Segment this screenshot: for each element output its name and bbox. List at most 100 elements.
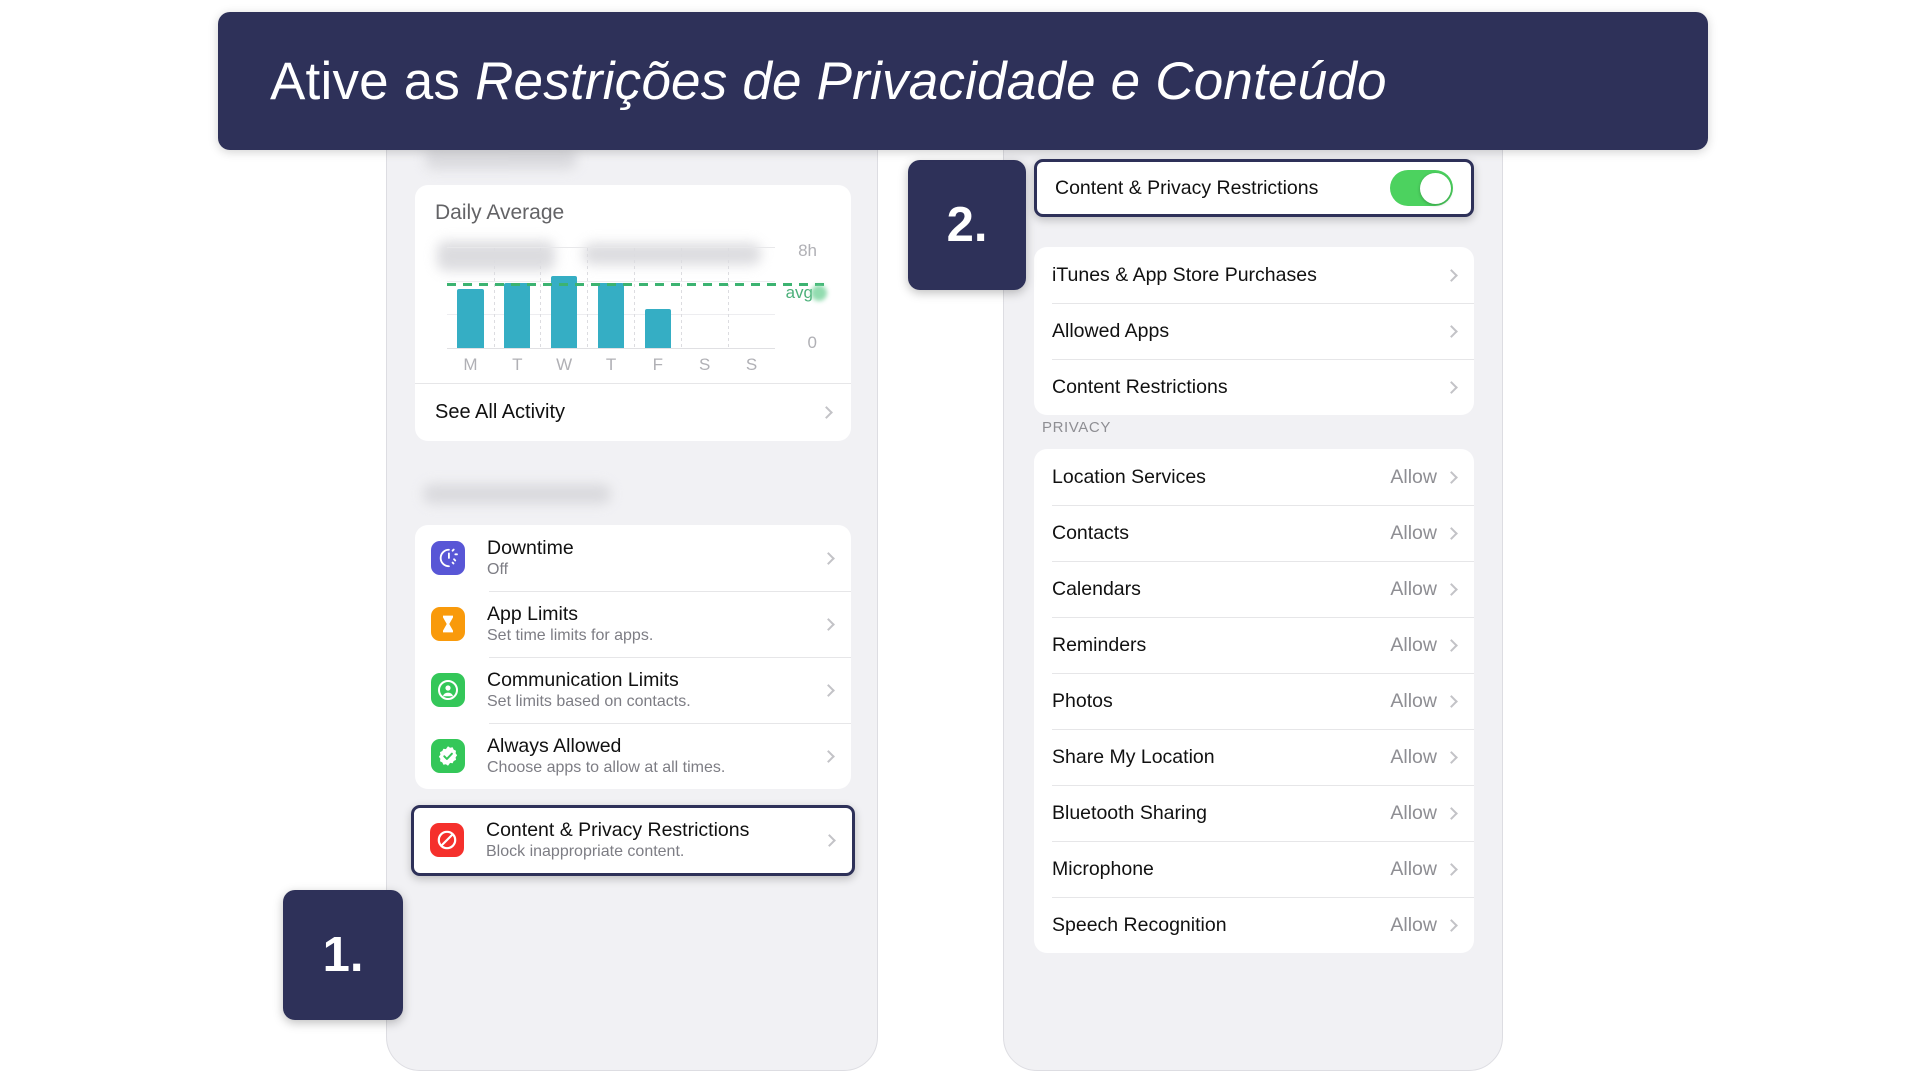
settings-row-title: Content & Privacy Restrictions <box>486 819 750 841</box>
chevron-right-icon <box>1445 806 1458 820</box>
left-phone-frame: Daily Average M T W T F S S 8h 0 avg See… <box>386 96 878 1071</box>
chevron-right-icon <box>822 749 835 763</box>
row-value: Allow <box>1390 801 1437 824</box>
bar-mon <box>457 289 484 348</box>
row-label: Share My Location <box>1052 745 1215 768</box>
row-label: iTunes & App Store Purchases <box>1052 263 1317 286</box>
chevron-right-icon <box>822 683 835 697</box>
row-label: Allowed Apps <box>1052 319 1170 342</box>
row-itunes-app-store-purchases[interactable]: iTunes & App Store Purchases <box>1034 247 1474 303</box>
redacted-section-header-left <box>423 484 611 504</box>
settings-row-always-allowed[interactable]: Always Allowed Choose apps to allow at a… <box>415 723 851 789</box>
settings-row-title: Communication Limits <box>487 668 679 691</box>
settings-row-title: Always Allowed <box>487 734 622 757</box>
row-reminders[interactable]: Reminders Allow <box>1034 617 1474 673</box>
row-label: Microphone <box>1052 857 1154 880</box>
chart-y-min-label: 0 <box>807 333 817 352</box>
row-label: Location Services <box>1052 465 1206 488</box>
chevron-right-icon <box>1445 470 1458 484</box>
row-microphone[interactable]: Microphone Allow <box>1034 841 1474 897</box>
bar-fri <box>644 309 671 348</box>
settings-row-downtime[interactable]: Downtime Off <box>415 525 851 591</box>
checkmark-seal-icon <box>431 739 465 773</box>
content-privacy-restrictions-label: Content & Privacy Restrictions <box>1055 176 1319 199</box>
daily-average-title: Daily Average <box>435 201 565 224</box>
row-allowed-apps[interactable]: Allowed Apps <box>1034 303 1474 359</box>
row-contacts[interactable]: Contacts Allow <box>1034 505 1474 561</box>
row-value: Allow <box>1390 465 1437 488</box>
row-calendars[interactable]: Calendars Allow <box>1034 561 1474 617</box>
settings-row-title: App Limits <box>487 602 579 625</box>
privacy-section-header: PRIVACY <box>1042 419 1111 436</box>
chevron-right-icon <box>1445 324 1458 338</box>
settings-row-content-privacy-restrictions-highlighted[interactable]: Content & Privacy Restrictions Block ina… <box>411 805 855 876</box>
row-photos[interactable]: Photos Allow <box>1034 673 1474 729</box>
screenshot-root: Daily Average M T W T F S S 8h 0 avg See… <box>0 0 1919 1079</box>
bar-wed <box>551 275 578 348</box>
chart-plot-area <box>447 247 825 349</box>
step-badge-one-label: 1. <box>322 928 364 982</box>
chevron-right-icon <box>1445 582 1458 596</box>
chevron-right-icon <box>822 551 835 565</box>
chevron-right-icon <box>1445 862 1458 876</box>
chevron-right-icon <box>823 834 836 847</box>
screen-time-settings-card: Downtime Off App Limits Set time limits … <box>415 525 851 789</box>
row-value: Allow <box>1390 857 1437 880</box>
see-all-activity-label: See All Activity <box>435 401 566 423</box>
left-phone-screen: Daily Average M T W T F S S 8h 0 avg See… <box>397 107 869 1062</box>
weekly-usage-chart: M T W T F S S 8h 0 avg <box>435 241 831 375</box>
chevron-right-icon <box>1445 268 1458 282</box>
settings-row-communication-limits[interactable]: Communication Limits Set limits based on… <box>415 657 851 723</box>
moon-clock-icon <box>431 541 465 575</box>
chart-x-labels: M T W T F S S <box>463 355 758 374</box>
row-value: Allow <box>1390 521 1437 544</box>
settings-row-subtitle: Set time limits for apps. <box>487 627 654 645</box>
row-location-services[interactable]: Location Services Allow <box>1034 449 1474 505</box>
no-entry-icon <box>430 823 464 858</box>
see-all-activity-row[interactable]: See All Activity <box>415 383 851 441</box>
content-privacy-restrictions-toggle-row[interactable]: Content & Privacy Restrictions <box>1034 159 1474 217</box>
redacted-title-left <box>425 149 577 169</box>
chart-avg-label: avg <box>785 283 813 302</box>
row-value: Allow <box>1390 913 1437 936</box>
chevron-right-icon <box>1445 380 1458 394</box>
person-circle-icon <box>431 673 465 707</box>
restrictions-card: iTunes & App Store Purchases Allowed App… <box>1034 247 1474 415</box>
row-label: Content Restrictions <box>1052 375 1228 398</box>
row-label: Calendars <box>1052 577 1141 600</box>
toggle-knob <box>1419 172 1451 204</box>
banner-text-plain: Ative as <box>270 51 476 111</box>
settings-row-app-limits[interactable]: App Limits Set time limits for apps. <box>415 591 851 657</box>
chart-y-max-label: 8h <box>798 241 817 260</box>
row-label: Photos <box>1052 689 1113 712</box>
privacy-card: Location Services Allow Contacts Allow C… <box>1034 449 1474 953</box>
average-line <box>447 282 825 286</box>
chevron-right-icon <box>1445 694 1458 708</box>
row-bluetooth-sharing[interactable]: Bluetooth Sharing Allow <box>1034 785 1474 841</box>
banner-text-emphasis: Restrições de Privacidade e Conteúdo <box>475 51 1387 111</box>
chevron-right-icon <box>1445 918 1458 932</box>
step-badge-two-label: 2. <box>946 198 988 252</box>
chart-avg-dot <box>811 285 827 301</box>
row-speech-recognition[interactable]: Speech Recognition Allow <box>1034 897 1474 953</box>
row-content-restrictions[interactable]: Content Restrictions <box>1034 359 1474 415</box>
content-privacy-restrictions-toggle[interactable] <box>1390 170 1453 206</box>
row-value: Allow <box>1390 577 1437 600</box>
chevron-right-icon <box>820 406 833 419</box>
right-phone-frame: Content & Privacy Restrictions iTunes & … <box>1003 96 1503 1071</box>
bar-thu <box>597 283 625 348</box>
instruction-banner: Ative as Restrições de Privacidade e Con… <box>218 12 1708 150</box>
instruction-banner-text: Ative as Restrições de Privacidade e Con… <box>270 51 1387 112</box>
row-value: Allow <box>1390 745 1437 768</box>
chevron-right-icon <box>1445 638 1458 652</box>
settings-row-subtitle: Choose apps to allow at all times. <box>487 759 726 777</box>
settings-row-subtitle: Block inappropriate content. <box>486 843 685 861</box>
chevron-right-icon <box>822 617 835 631</box>
bar-tue <box>504 283 531 348</box>
step-badge-one: 1. <box>283 890 403 1020</box>
row-label: Contacts <box>1052 521 1129 544</box>
row-share-my-location[interactable]: Share My Location Allow <box>1034 729 1474 785</box>
hourglass-icon <box>431 607 465 641</box>
right-phone-screen: Content & Privacy Restrictions iTunes & … <box>1014 107 1494 1062</box>
row-label: Speech Recognition <box>1052 913 1227 936</box>
